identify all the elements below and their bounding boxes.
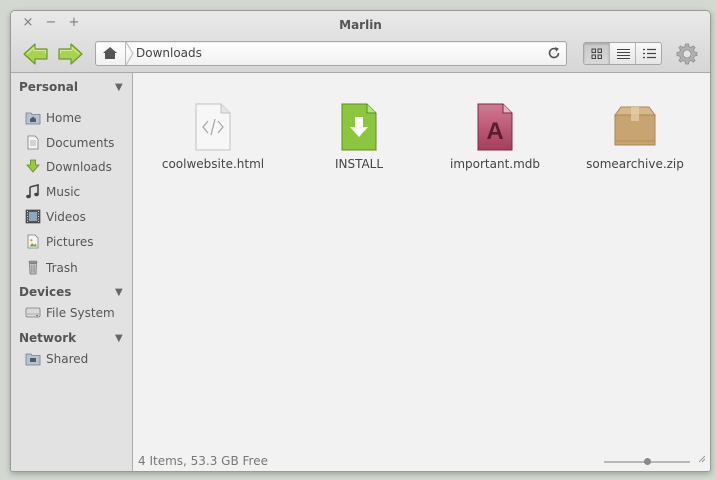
html-file-icon [195, 103, 231, 151]
sidebar: Personal ▼ Home Documents Downloads Musi… [11, 73, 133, 471]
downloads-icon [26, 159, 40, 173]
sidebar-item-label: Pictures [46, 235, 94, 249]
reload-icon[interactable] [547, 46, 561, 60]
header-bar: × − + Marlin Downloads [11, 11, 710, 73]
file-item[interactable]: somearchive.zip [575, 103, 695, 183]
resize-grip-icon[interactable] [696, 453, 706, 463]
svg-text:A: A [486, 118, 503, 145]
archive-icon [614, 106, 656, 146]
file-name: coolwebsite.html [161, 157, 265, 171]
collapse-arrow-icon[interactable]: ▼ [115, 82, 123, 93]
file-name: INSTALL [334, 157, 384, 171]
trash-icon [28, 260, 38, 275]
list-view-icon [617, 49, 630, 59]
sidebar-item-label: File System [46, 306, 115, 320]
location-bar[interactable]: Downloads [95, 41, 567, 66]
install-file-icon [341, 103, 377, 151]
home-breadcrumb[interactable] [96, 42, 126, 65]
zoom-slider[interactable] [604, 458, 690, 465]
view-switcher [583, 42, 662, 65]
file-item[interactable]: A important.mdb [435, 103, 555, 183]
pictures-icon [27, 234, 39, 249]
home-icon [103, 47, 117, 59]
column-view-icon [643, 48, 656, 59]
videos-icon [25, 209, 41, 224]
back-arrow-icon [23, 43, 48, 65]
forward-arrow-icon [58, 43, 83, 65]
file-item[interactable]: coolwebsite.html [153, 103, 273, 183]
drive-icon [25, 307, 41, 318]
database-file-icon: A [477, 103, 513, 151]
sidebar-item-label: Trash [46, 261, 78, 275]
sidebar-item-trash[interactable]: Trash [25, 258, 129, 278]
grid-view-icon [591, 48, 602, 59]
forward-button[interactable] [57, 43, 83, 65]
zoom-slider-handle[interactable] [643, 458, 651, 465]
status-text: 4 Items, 53.3 GB Free [138, 454, 268, 468]
file-name: somearchive.zip [586, 157, 684, 171]
sidebar-item-downloads[interactable]: Downloads [25, 157, 129, 177]
back-button[interactable] [23, 43, 49, 65]
sidebar-item-file-system[interactable]: File System [25, 303, 129, 323]
sidebar-item-label: Music [46, 185, 81, 199]
sidebar-section-network[interactable]: Network [19, 331, 76, 345]
icon-view-button[interactable] [584, 43, 610, 64]
breadcrumb-current[interactable]: Downloads [136, 46, 202, 60]
sidebar-item-home[interactable]: Home [25, 108, 129, 128]
sidebar-item-label: Videos [46, 210, 86, 224]
sidebar-item-label: Home [46, 111, 82, 125]
sidebar-item-videos[interactable]: Videos [25, 207, 129, 227]
documents-icon [27, 135, 39, 150]
file-name: important.mdb [449, 157, 541, 171]
network-folder-icon [25, 353, 41, 366]
sidebar-item-label: Documents [46, 136, 115, 150]
file-item[interactable]: INSTALL [299, 103, 419, 183]
sidebar-item-documents[interactable]: Documents [25, 133, 129, 153]
file-manager-window: × − + Marlin Downloads Personal ▼ Home D… [10, 10, 711, 472]
home-folder-icon [25, 112, 41, 125]
sidebar-item-label: Downloads [46, 160, 112, 174]
sidebar-item-pictures[interactable]: Pictures [25, 232, 129, 252]
sidebar-item-label: Shared [46, 352, 89, 366]
collapse-arrow-icon[interactable]: ▼ [115, 287, 123, 298]
column-view-button[interactable] [636, 43, 661, 64]
collapse-arrow-icon[interactable]: ▼ [115, 333, 123, 344]
list-view-button[interactable] [610, 43, 636, 64]
file-view[interactable]: coolwebsite.html INSTALL A important.mdb… [134, 73, 710, 471]
gear-icon[interactable] [675, 42, 699, 66]
sidebar-section-personal[interactable]: Personal [19, 80, 78, 94]
breadcrumb-separator-icon [126, 42, 134, 65]
sidebar-item-shared[interactable]: Shared [25, 349, 129, 369]
sidebar-item-music[interactable]: Music [25, 182, 129, 202]
window-title: Marlin [339, 18, 382, 32]
sidebar-section-devices[interactable]: Devices [19, 285, 71, 299]
music-icon [26, 184, 39, 199]
